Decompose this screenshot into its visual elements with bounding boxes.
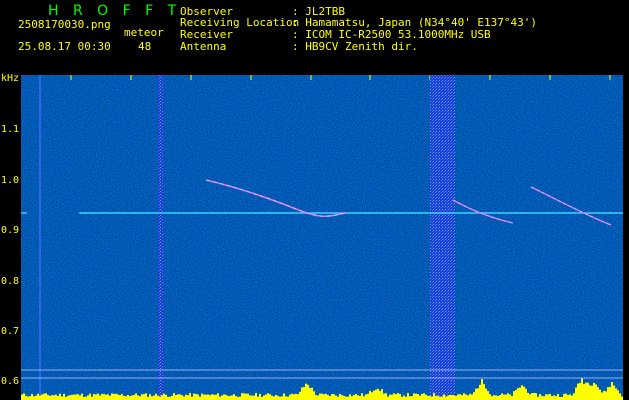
y-tick-label: 0.7 (1, 326, 20, 337)
field-value-antenna: : HB9CV Zenith dir. (292, 40, 418, 53)
field-label-antenna: Antenna (180, 40, 227, 53)
app-title: H R O F F T (48, 3, 182, 19)
spectrogram-panel (21, 75, 623, 400)
noise-texture (21, 75, 623, 400)
field-label-receiver: Receiver (180, 28, 233, 41)
count-value: 48 (138, 40, 152, 53)
field-label-location: Receiving Location (180, 16, 300, 29)
datetime: 25.08.17 00:30 (18, 40, 111, 53)
y-tick-label: 1.1 (1, 124, 20, 135)
interference-band (158, 75, 163, 400)
y-tick-label: 0.8 (1, 276, 20, 287)
interference-band (430, 75, 455, 400)
y-axis-unit: kHz (1, 73, 20, 84)
interference-line (39, 75, 41, 400)
field-value-location: : Hamamatsu, Japan (N34°40' E137°43') (292, 16, 538, 29)
field-value-receiver: : ICOM IC-R2500 53.1000MHz USB (292, 28, 491, 41)
y-tick-label: 0.9 (1, 225, 20, 236)
y-tick-label: 1.0 (1, 175, 20, 186)
spectrogram (21, 75, 623, 400)
mode-label: meteor (124, 26, 164, 39)
filename: 2508170030.png (18, 18, 111, 31)
y-tick-label: 0.6 (1, 376, 20, 387)
